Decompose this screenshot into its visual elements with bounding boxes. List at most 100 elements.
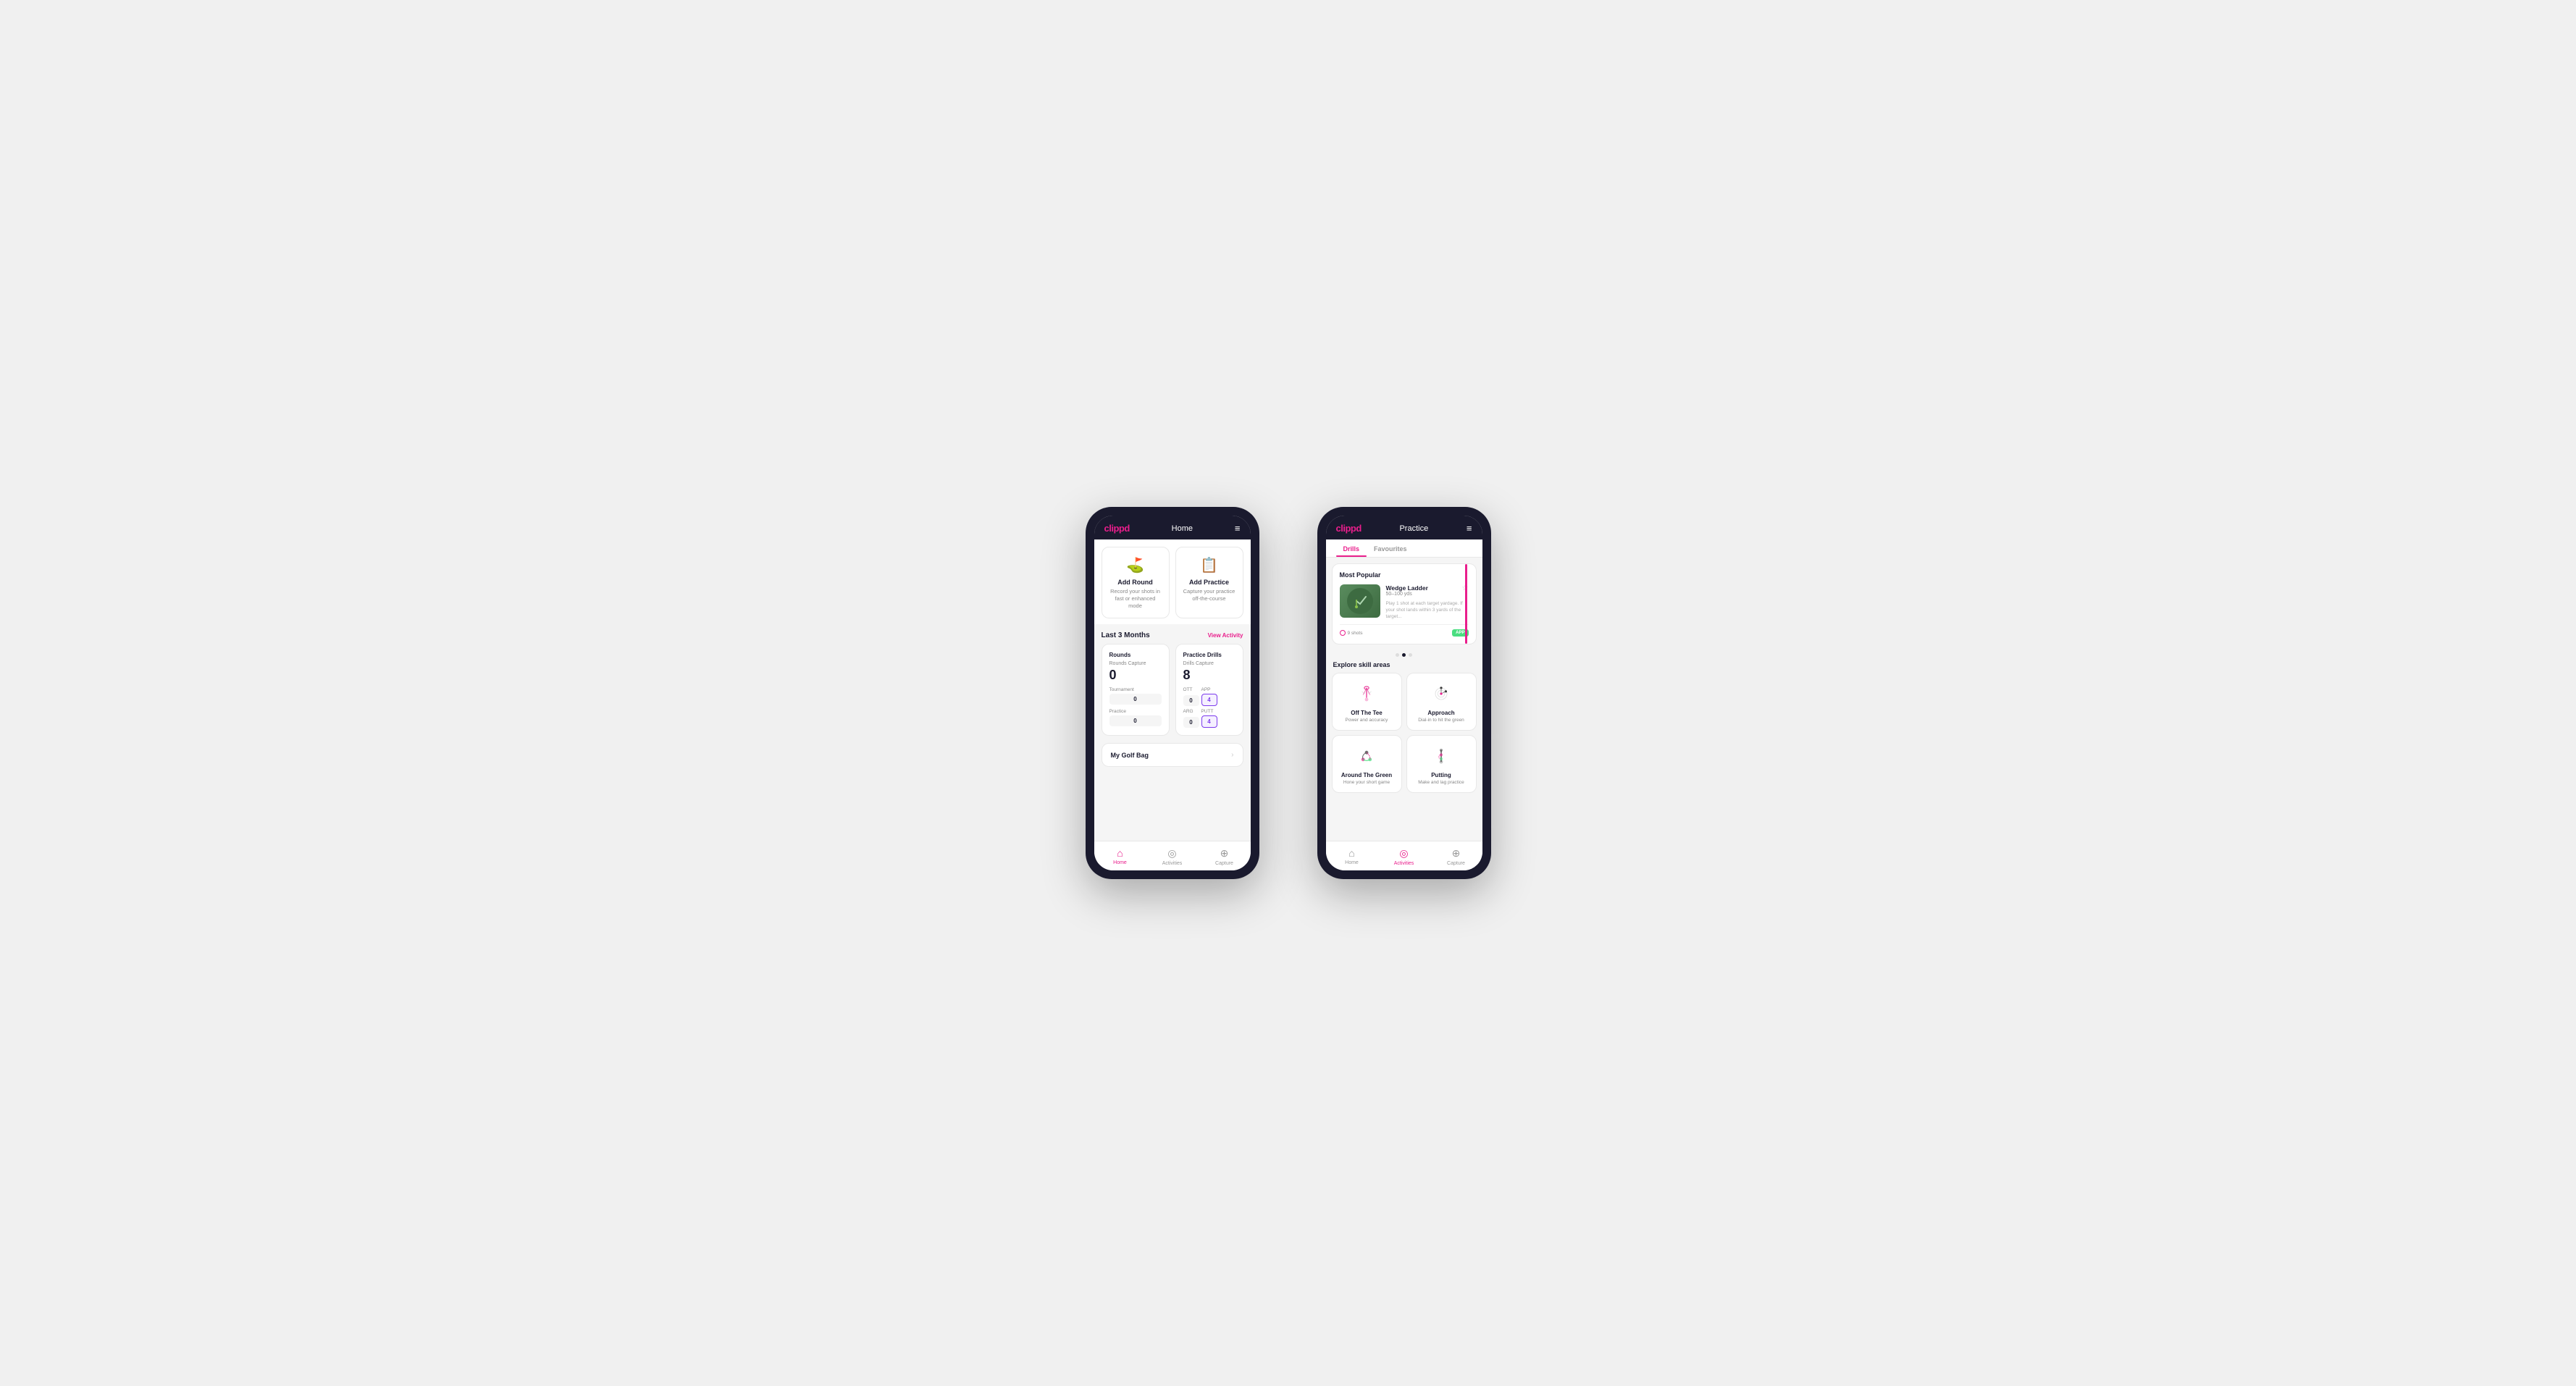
shots-dot-icon — [1340, 630, 1346, 636]
add-round-icon: ⛳ — [1126, 556, 1144, 574]
putt-value: 4 — [1201, 715, 1217, 728]
app-value: 4 — [1201, 694, 1217, 706]
activities-nav-label-p2: Activities — [1394, 861, 1414, 866]
capture-nav-label: Capture — [1215, 861, 1233, 866]
practice-title: Practice — [1399, 524, 1428, 533]
drill-name: Wedge Ladder 50–100 yds — [1386, 584, 1428, 599]
off-the-tee-subtitle: Power and accuracy — [1346, 718, 1388, 723]
arg-label: ARG — [1183, 709, 1199, 715]
last-3-months-title: Last 3 Months — [1102, 631, 1150, 639]
drill-image — [1340, 584, 1380, 618]
explore-title: Explore skill areas — [1332, 661, 1477, 668]
drill-info: Wedge Ladder 50–100 yds ☆ Play 1 shot at… — [1386, 584, 1469, 620]
home-content: ⛳ Add Round Record your shots in fast or… — [1094, 539, 1251, 841]
drills-sub-stats-2: ARG 0 PUTT 4 — [1183, 709, 1235, 728]
tab-favourites[interactable]: Favourites — [1367, 539, 1414, 557]
drill-card[interactable]: Wedge Ladder 50–100 yds ☆ Play 1 shot at… — [1340, 584, 1469, 620]
putting-icon — [1428, 743, 1454, 769]
around-the-green-title: Around The Green — [1341, 772, 1392, 778]
practice-top-bar: clippd Practice ≡ — [1326, 516, 1482, 539]
approach-subtitle: Dial-in to hit the green — [1418, 718, 1464, 723]
activities-nav-icon-p2: ◎ — [1399, 847, 1408, 860]
dot-1 — [1396, 653, 1399, 657]
rounds-capture-label: Rounds Capture — [1109, 661, 1162, 666]
dot-2 — [1402, 653, 1406, 657]
ott-label: OTT — [1183, 687, 1199, 694]
capture-nav-icon-p2: ⊕ — [1452, 847, 1461, 860]
stats-container: Rounds Rounds Capture 0 Tournament 0 Pra… — [1094, 644, 1251, 743]
tab-drills[interactable]: Drills — [1336, 539, 1367, 557]
view-activity-link[interactable]: View Activity — [1208, 632, 1243, 639]
nav-capture[interactable]: ⊕ Capture — [1199, 841, 1251, 870]
home-nav-icon: ⌂ — [1117, 847, 1123, 859]
phone-practice: clippd Practice ≡ Drills Favourites Most… — [1317, 507, 1491, 879]
drill-description: Play 1 shot at each target yardage. If y… — [1386, 600, 1469, 620]
skill-card-putting[interactable]: Putting Make and lag practice — [1406, 735, 1477, 793]
ott-stat: OTT 0 — [1183, 687, 1199, 706]
drill-title-row: Wedge Ladder 50–100 yds ☆ — [1386, 584, 1469, 599]
skill-grid: Off The Tee Power and accuracy — [1332, 673, 1477, 793]
add-practice-title: Add Practice — [1189, 579, 1229, 586]
home-nav-label-p2: Home — [1345, 860, 1359, 865]
nav-capture-p2[interactable]: ⊕ Capture — [1430, 841, 1482, 870]
golf-bag-row[interactable]: My Golf Bag › — [1102, 743, 1243, 767]
practice-tabs: Drills Favourites — [1326, 539, 1482, 558]
shots-text: 9 shots — [1348, 631, 1363, 636]
add-round-subtitle: Record your shots in fast or enhanced mo… — [1108, 588, 1163, 609]
home-bottom-nav: ⌂ Home ◎ Activities ⊕ Capture — [1094, 841, 1251, 870]
add-round-card[interactable]: ⛳ Add Round Record your shots in fast or… — [1102, 547, 1170, 618]
ott-value: 0 — [1183, 695, 1199, 706]
home-nav-icon-p2: ⌂ — [1348, 847, 1354, 859]
practice-stat: Practice 0 — [1109, 709, 1162, 726]
app-logo-home: clippd — [1104, 523, 1130, 534]
menu-icon-practice[interactable]: ≡ — [1467, 523, 1472, 534]
phone-home: clippd Home ≡ ⛳ Add Round Record your sh… — [1086, 507, 1259, 879]
action-cards: ⛳ Add Round Record your shots in fast or… — [1094, 539, 1251, 624]
nav-activities-p2[interactable]: ◎ Activities — [1378, 841, 1430, 870]
practice-content: Most Popular — [1326, 558, 1482, 841]
practice-value: 0 — [1109, 715, 1162, 726]
drills-card-title: Practice Drills — [1183, 652, 1235, 658]
activities-nav-label: Activities — [1162, 861, 1183, 866]
nav-home[interactable]: ⌂ Home — [1094, 841, 1146, 870]
putting-subtitle: Make and lag practice — [1418, 780, 1464, 785]
practice-label: Practice — [1109, 709, 1162, 714]
drill-title: Wedge Ladder — [1386, 584, 1428, 592]
activity-section-header: Last 3 Months View Activity — [1094, 624, 1251, 644]
app-stat: APP 4 — [1201, 687, 1217, 706]
golf-bag-label: My Golf Bag — [1111, 752, 1149, 759]
activities-nav-icon: ◎ — [1167, 847, 1176, 860]
approach-title: Approach — [1427, 710, 1454, 716]
nav-home-p2[interactable]: ⌂ Home — [1326, 841, 1378, 870]
approach-icon — [1428, 681, 1454, 707]
drill-footer: 9 shots APP — [1340, 624, 1469, 637]
nav-activities[interactable]: ◎ Activities — [1146, 841, 1199, 870]
drills-capture-label: Drills Capture — [1183, 661, 1235, 666]
off-the-tee-icon — [1354, 681, 1380, 707]
dot-3 — [1409, 653, 1412, 657]
home-top-bar: clippd Home ≡ — [1094, 516, 1251, 539]
tournament-label: Tournament — [1109, 687, 1162, 692]
capture-nav-label-p2: Capture — [1447, 861, 1465, 866]
tournament-stat: Tournament 0 — [1109, 687, 1162, 705]
capture-nav-icon: ⊕ — [1220, 847, 1229, 860]
arg-value: 0 — [1183, 717, 1199, 728]
tournament-value: 0 — [1109, 694, 1162, 705]
arg-stat: ARG 0 — [1183, 709, 1199, 728]
menu-icon-home[interactable]: ≡ — [1235, 523, 1241, 534]
putting-title: Putting — [1431, 772, 1451, 778]
carousel-dots — [1326, 650, 1482, 658]
add-practice-card[interactable]: 📋 Add Practice Capture your practice off… — [1175, 547, 1243, 618]
skill-card-approach[interactable]: Approach Dial-in to hit the green — [1406, 673, 1477, 731]
skill-card-off-the-tee[interactable]: Off The Tee Power and accuracy — [1332, 673, 1402, 731]
off-the-tee-title: Off The Tee — [1351, 710, 1382, 716]
drills-card: Practice Drills Drills Capture 8 OTT 0 A… — [1175, 644, 1243, 736]
skill-card-around-the-green[interactable]: Around The Green Hone your short game — [1332, 735, 1402, 793]
drill-distance: 50–100 yds — [1386, 592, 1428, 597]
most-popular-section: Most Popular — [1332, 563, 1477, 644]
drills-total: 8 — [1183, 668, 1235, 683]
most-popular-title: Most Popular — [1340, 571, 1469, 579]
app-label: APP — [1201, 687, 1217, 692]
drill-thumbnail — [1340, 584, 1380, 618]
home-title: Home — [1172, 524, 1193, 533]
